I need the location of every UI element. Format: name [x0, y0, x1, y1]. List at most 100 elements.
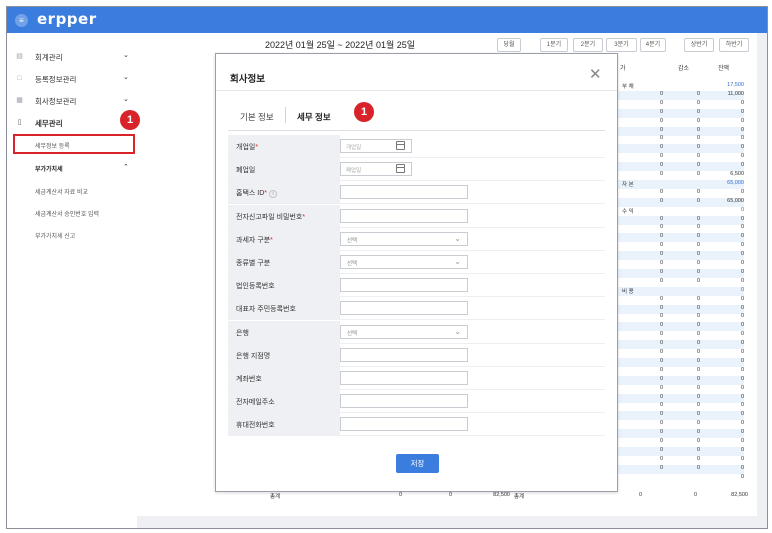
date-input[interactable]: 개업일: [340, 139, 412, 153]
table-row: 0 0 0: [618, 153, 744, 162]
text-input[interactable]: [340, 208, 468, 223]
table-cell: 0: [740, 188, 744, 195]
column-header-increase: 가: [620, 66, 626, 72]
table-cell: 0: [696, 349, 700, 355]
text-input[interactable]: [340, 301, 468, 316]
table-cell: 0: [696, 126, 700, 133]
sidebar-group-vat[interactable]: 부가가치세: [35, 164, 63, 173]
table-row: 0 0 0: [618, 251, 744, 261]
table-cell: 0: [659, 144, 663, 151]
table-cell: 0: [696, 251, 700, 258]
table-row: 0 0 0: [618, 420, 744, 429]
table-row: 0: [618, 474, 744, 483]
field-label-text: 법인등록번호: [236, 283, 275, 291]
chart-icon: ▤: [16, 53, 23, 60]
table-cell: 0: [740, 322, 744, 329]
save-button[interactable]: 저장: [396, 454, 439, 473]
calendar-icon[interactable]: [396, 141, 405, 150]
close-icon[interactable]: ✕: [589, 65, 602, 83]
form-row: 대표자 주민등록번호: [228, 297, 605, 321]
table-cell: 0: [659, 402, 663, 409]
table-row: 0 0 0: [618, 268, 744, 278]
document-icon: ▯: [17, 119, 22, 126]
table-cell: 0: [740, 144, 744, 151]
date-input[interactable]: 폐업일: [340, 162, 412, 177]
tab-tax-info[interactable]: 세무 정보: [297, 111, 331, 123]
sidebar-item-accounting[interactable]: ▤ 회계관리 ⌄: [7, 49, 137, 65]
text-input[interactable]: [340, 394, 468, 409]
menu-icon[interactable]: ≡: [15, 14, 28, 27]
table-cell: 0: [659, 455, 663, 462]
form-row: 전자메일주소: [228, 390, 605, 414]
table-cell: 0: [659, 366, 663, 373]
sidebar-group-label: 부가가치세: [35, 167, 63, 173]
quick-button-h2[interactable]: 하반기: [719, 38, 749, 52]
quick-button-q3[interactable]: 3분기: [606, 38, 637, 52]
table-cell: 0: [659, 393, 663, 400]
building-icon: ▦: [16, 97, 23, 104]
sidebar-item-tax[interactable]: ▯ 세무관리: [7, 115, 137, 131]
sidebar-subitem-vat-report[interactable]: 부가가치세 신고: [35, 231, 75, 240]
annotation-badge: 1: [120, 110, 140, 130]
table-cell: 0: [659, 197, 663, 204]
table-cell: 65,000: [727, 179, 744, 186]
table-row: 0 0 0: [618, 349, 744, 358]
text-input[interactable]: [340, 417, 468, 432]
chevron-down-icon: ⌄: [454, 326, 461, 336]
table-row: 0 0 0: [618, 456, 744, 465]
table-row: 0 0 0: [618, 242, 744, 251]
table-cell: 0: [659, 420, 663, 427]
table-cell: 0: [740, 375, 744, 382]
select-field[interactable]: 선택 ⌄: [340, 231, 468, 246]
quick-button-q2[interactable]: 2분기: [573, 38, 603, 52]
table-cell: 0: [696, 429, 700, 436]
table-row: 0 0 0: [618, 100, 744, 109]
required-marker: *: [255, 144, 259, 151]
sidebar-item-company-info[interactable]: ▦ 회사정보관리 ⌄: [7, 93, 137, 109]
tab-basic-info[interactable]: 기본 정보: [240, 111, 274, 123]
total-cell: 0: [638, 492, 642, 498]
table-cell: 0: [740, 384, 744, 391]
field-label-text: 전자신고파일 비밀번호: [236, 213, 303, 221]
quick-button-q4[interactable]: 4분기: [640, 38, 666, 52]
sidebar-subitem-invoice-compare[interactable]: 세금계산서 자료 비교: [35, 187, 88, 196]
select-field[interactable]: 선택 ⌄: [340, 324, 468, 339]
table-row: 0 0 0: [618, 375, 744, 385]
text-input[interactable]: [340, 371, 468, 385]
text-input[interactable]: [340, 347, 468, 362]
required-marker: *: [302, 213, 306, 221]
field-label-text: 과세자 구분: [236, 236, 271, 244]
table-row: 0 0 0: [618, 260, 744, 269]
select-field[interactable]: 선택 ⌄: [340, 255, 468, 269]
form-row: 은행 선택 ⌄: [228, 320, 605, 344]
table-row: 0 0 0: [618, 215, 744, 225]
table-row: 0 0 0: [618, 411, 744, 421]
chevron-down-icon: ⌄: [454, 233, 461, 243]
field-label: 폐업일: [228, 158, 340, 181]
quick-button-h1[interactable]: 상반기: [684, 38, 714, 52]
table-cell: 0: [696, 455, 700, 462]
field-label-text: 계좌번호: [236, 376, 262, 383]
text-input[interactable]: [340, 278, 468, 293]
field-label: 종류별 구분: [228, 251, 340, 273]
text-input[interactable]: [340, 185, 468, 200]
sidebar-item-registration[interactable]: □ 등록정보관리 ⌄: [7, 71, 137, 87]
total-cell: 82,500: [731, 492, 748, 498]
quick-button-month[interactable]: 당월: [497, 38, 521, 52]
sidebar-subitem-tax-info-register[interactable]: 세무정보 등록: [13, 134, 135, 154]
table-cell: 0: [740, 393, 744, 400]
required-marker: *: [264, 190, 267, 198]
quick-button-q1[interactable]: 1분기: [540, 38, 568, 52]
chevron-down-icon: ⌄: [454, 257, 461, 266]
table-cell: 0: [659, 260, 663, 266]
table-cell: 0: [659, 153, 663, 160]
table-cell: 0: [740, 349, 744, 355]
table-cell: 0: [659, 357, 663, 364]
table-cell: 0: [696, 90, 700, 97]
table-cell: 0: [740, 313, 744, 320]
calendar-icon[interactable]: [396, 164, 405, 174]
info-icon[interactable]: i: [269, 189, 277, 198]
table-cell: 0: [659, 331, 663, 338]
sidebar-subitem-invoice-approval[interactable]: 세금계산서 승인번호 입력: [35, 209, 99, 218]
monitor-icon: □: [17, 75, 22, 82]
